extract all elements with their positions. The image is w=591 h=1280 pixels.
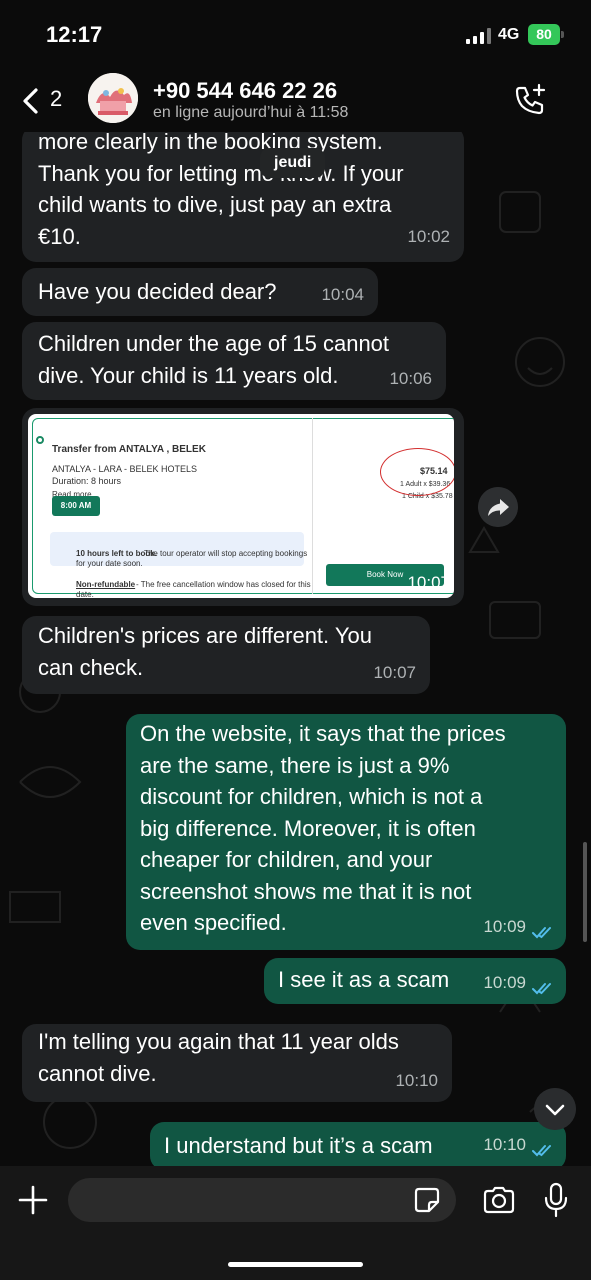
- sticker-icon[interactable]: [414, 1187, 440, 1213]
- message-time: 10:09: [483, 972, 526, 992]
- day-divider: jeudi: [260, 148, 326, 178]
- message-time: 10:09: [483, 916, 526, 936]
- presence-status: en ligne aujourd’hui à 11:58: [153, 104, 349, 121]
- message-bubble[interactable]: I understand but it’s a scam 10:10: [150, 1122, 566, 1166]
- message-bubble[interactable]: I'm telling you again that 11 year olds …: [22, 1024, 452, 1102]
- message-time: 10:10: [483, 1134, 526, 1154]
- avatar[interactable]: [88, 73, 138, 123]
- message-time: 10:04: [321, 284, 364, 304]
- image-message[interactable]: Transfer from ANTALYA , BELEK ANTALYA - …: [22, 408, 464, 606]
- microphone-icon[interactable]: [544, 1182, 568, 1218]
- message-bubble[interactable]: Children under the age of 15 cannot dive…: [22, 322, 446, 400]
- status-time: 12:17: [46, 22, 103, 47]
- message-bubble[interactable]: On the website, it says that the prices …: [126, 714, 566, 950]
- refund-text: - The free cancellation window has close…: [136, 580, 311, 589]
- message-list[interactable]: more clearly in the booking system. Than…: [0, 132, 591, 1166]
- read-ticks-icon: [532, 983, 551, 995]
- chevron-down-icon[interactable]: [534, 1088, 576, 1130]
- camera-icon[interactable]: [482, 1185, 516, 1215]
- signal-icon: [466, 28, 492, 44]
- read-ticks-icon: [532, 1145, 551, 1157]
- back-unread-count[interactable]: 2: [50, 86, 62, 112]
- forward-icon[interactable]: [478, 487, 518, 527]
- radio-icon: [36, 436, 44, 444]
- message-time: 10:10: [395, 1070, 438, 1090]
- message-time: 10:07: [407, 572, 450, 592]
- phone-plus-icon[interactable]: [512, 82, 548, 118]
- screenshot-divider: [312, 418, 313, 594]
- message-text: On the website, it says that the prices …: [140, 721, 506, 935]
- message-text: Children's prices are different. You can…: [38, 623, 372, 680]
- message-text: Children under the age of 15 cannot dive…: [38, 331, 390, 388]
- time-slot-button: 8:00 AM: [52, 496, 100, 516]
- message-bubble[interactable]: more clearly in the booking system. Than…: [22, 132, 464, 262]
- message-time: 10:06: [389, 368, 432, 388]
- battery-tip: [561, 31, 564, 38]
- back-chevron-icon[interactable]: [16, 84, 50, 118]
- plus-icon[interactable]: [16, 1183, 50, 1217]
- refund-text-2: date.: [76, 590, 94, 598]
- message-input[interactable]: [68, 1178, 456, 1222]
- shared-screenshot[interactable]: Transfer from ANTALYA , BELEK ANTALYA - …: [28, 414, 454, 598]
- read-ticks-icon: [532, 927, 551, 939]
- message-bubble[interactable]: Children's prices are different. You can…: [22, 616, 430, 694]
- network-type: 4G: [498, 26, 520, 43]
- message-bubble[interactable]: I see it as a scam 10:09: [264, 958, 566, 1004]
- message-text: Have you decided dear?: [38, 279, 277, 304]
- contact-name[interactable]: +90 544 646 22 26: [153, 78, 337, 104]
- scrollbar[interactable]: [583, 842, 587, 942]
- red-circle-annotation: [380, 448, 454, 496]
- message-text: more clearly in the booking system. Than…: [38, 132, 404, 249]
- message-time: 10:07: [373, 662, 416, 682]
- battery-icon: 80: [528, 24, 560, 45]
- home-indicator: [228, 1262, 363, 1267]
- notice-text: The tour operator will stop accepting bo…: [144, 549, 308, 558]
- message-bubble[interactable]: Have you decided dear? 10:04: [22, 268, 378, 316]
- message-text: I understand but it’s a scam: [164, 1133, 433, 1158]
- message-time: 10:02: [407, 226, 450, 246]
- message-text: I'm telling you again that 11 year olds …: [38, 1029, 399, 1086]
- message-text: I see it as a scam: [278, 967, 450, 992]
